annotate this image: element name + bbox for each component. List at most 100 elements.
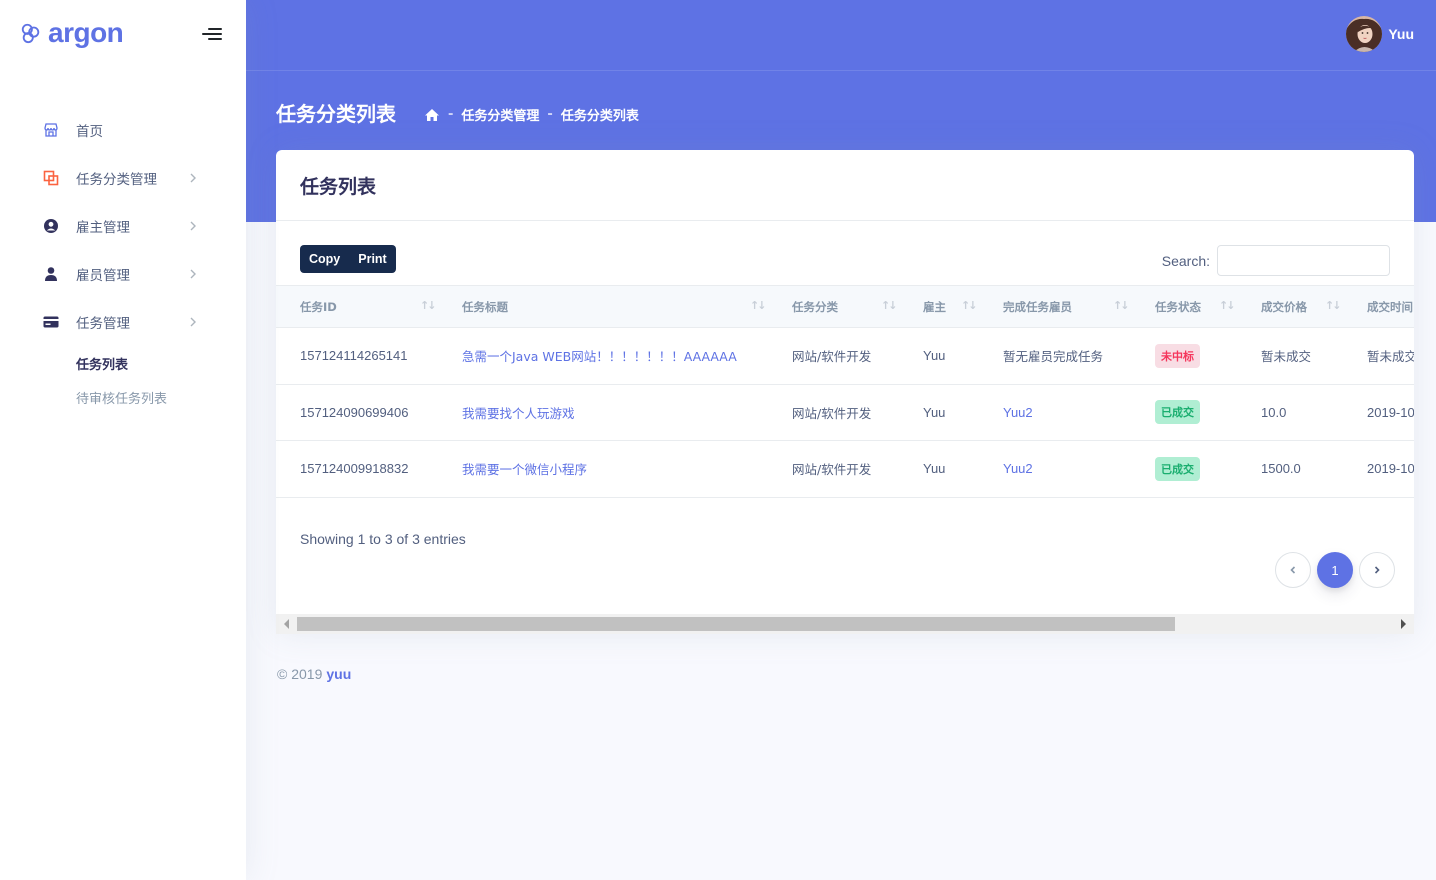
column-header-employee[interactable]: 完成任务雇员 ↑↓ bbox=[979, 285, 1131, 328]
cell-time: 暂未成交 bbox=[1343, 327, 1414, 385]
chevron-left-icon bbox=[1290, 566, 1296, 574]
column-header-label: 成交时间 bbox=[1367, 299, 1413, 314]
sidenav-toggle-button[interactable] bbox=[202, 28, 222, 42]
employee-link[interactable]: Yuu2 bbox=[1003, 461, 1033, 476]
user-menu[interactable]: Yuu bbox=[1346, 16, 1414, 52]
scroll-left-arrow-icon[interactable] bbox=[284, 619, 289, 629]
cell-employer: Yuu bbox=[899, 440, 979, 498]
sidebar-item-task-management[interactable]: 任务管理 bbox=[0, 298, 246, 346]
column-header-label: 任务状态 bbox=[1155, 299, 1201, 314]
table-row: 157124009918832 我需要一个微信小程序 网站/软件开发 Yuu Y… bbox=[276, 440, 1414, 498]
breadcrumb-item-category-management[interactable]: 任务分类管理 bbox=[461, 105, 539, 124]
column-header-title[interactable]: 任务标题 ↑↓ bbox=[438, 285, 768, 328]
layers-icon bbox=[43, 170, 59, 186]
sidebar-subitem-task-list[interactable]: 任务列表 bbox=[0, 346, 246, 380]
home-icon[interactable] bbox=[424, 108, 440, 122]
table-row: 157124090699406 我需要找个人玩游戏 网站/软件开发 Yuu Yu… bbox=[276, 384, 1414, 441]
sidebar-item-label: 雇主管理 bbox=[76, 220, 130, 236]
column-header-label: 雇主 bbox=[923, 299, 946, 314]
column-header-status[interactable]: 任务状态 ↑↓ bbox=[1131, 285, 1237, 328]
sidebar-item-label: 首页 bbox=[76, 124, 103, 140]
header-divider bbox=[246, 70, 1436, 71]
copy-button[interactable]: Copy bbox=[300, 245, 349, 273]
sort-icon: ↑↓ bbox=[420, 299, 437, 312]
status-badge: 未中标 bbox=[1155, 343, 1200, 368]
sidebar-item-label: 雇员管理 bbox=[76, 268, 130, 284]
hamburger-line bbox=[208, 38, 222, 40]
sidebar-nav: 首页 任务分类管理 雇主管理 雇员管理 任务管理 任务列表 待审核任务列表 bbox=[0, 106, 246, 414]
sidebar-item-label: 任务分类管理 bbox=[76, 172, 157, 188]
table-row: 157124114265141 急需一个Java WEB网站！！！！！！！AAA… bbox=[276, 327, 1414, 385]
cell-id: 157124090699406 bbox=[276, 384, 438, 441]
sort-icon: ↑↓ bbox=[1325, 299, 1342, 312]
cell-category: 网站/软件开发 bbox=[768, 440, 899, 498]
cell-id: 157124009918832 bbox=[276, 440, 438, 498]
cell-time: 2019-10 bbox=[1343, 384, 1414, 441]
sidebar-subitem-pending-review[interactable]: 待审核任务列表 bbox=[0, 380, 246, 414]
column-header-label: 完成任务雇员 bbox=[1003, 299, 1072, 314]
breadcrumb-separator: - bbox=[448, 107, 454, 122]
horizontal-scrollbar[interactable] bbox=[276, 614, 1414, 634]
cell-price: 暂未成交 bbox=[1237, 327, 1343, 385]
scroll-right-arrow-icon[interactable] bbox=[1401, 619, 1406, 629]
avatar bbox=[1346, 16, 1383, 52]
cell-title: 急需一个Java WEB网站！！！！！！！AAAAAA bbox=[438, 327, 768, 385]
search-label: Search: bbox=[1161, 252, 1210, 269]
cell-status: 已成交 bbox=[1131, 384, 1237, 441]
column-header-id[interactable]: 任务ID ↑↓ bbox=[276, 285, 438, 328]
column-header-time[interactable]: 成交时间 bbox=[1343, 285, 1414, 328]
user-circle-icon bbox=[43, 218, 59, 234]
sort-icon: ↑↓ bbox=[1219, 299, 1236, 312]
task-title-link[interactable]: 急需一个Java WEB网站！！！！！！！AAAAAA bbox=[462, 349, 737, 364]
footer: © 2019 yuu bbox=[277, 666, 351, 682]
cell-status: 已成交 bbox=[1131, 440, 1237, 498]
pagination-next-button[interactable] bbox=[1359, 552, 1395, 588]
cell-category: 网站/软件开发 bbox=[768, 384, 899, 441]
sidebar-item-category-management[interactable]: 任务分类管理 bbox=[0, 154, 246, 202]
sidebar-item-employee-management[interactable]: 雇员管理 bbox=[0, 250, 246, 298]
pagination-page-button[interactable]: 1 bbox=[1317, 552, 1353, 588]
search-input[interactable] bbox=[1217, 245, 1390, 276]
footer-link[interactable]: yuu bbox=[326, 666, 351, 682]
chevron-right-icon bbox=[190, 269, 196, 279]
table-container: 任务ID ↑↓ 任务标题 ↑↓ 任务分类 ↑↓ 雇主 ↑↓ 完成任务雇员 ↑↓ 任务状态 ↑… bbox=[276, 285, 1414, 498]
cell-time: 2019-10 bbox=[1343, 440, 1414, 498]
cell-employer: Yuu bbox=[899, 384, 979, 441]
sidebar-item-home[interactable]: 首页 bbox=[0, 106, 246, 154]
column-header-price[interactable]: 成交价格 ↑↓ bbox=[1237, 285, 1343, 328]
user-name: Yuu bbox=[1388, 26, 1414, 42]
task-list-card: 任务列表 Copy Print Search: 任务ID ↑↓ 任务标题 ↑↓ 任务… bbox=[276, 150, 1414, 634]
hamburger-line bbox=[208, 28, 222, 30]
breadcrumb-separator: - bbox=[547, 107, 553, 122]
sort-icon: ↑↓ bbox=[1113, 299, 1130, 312]
breadcrumb: - 任务分类管理 - 任务分类列表 bbox=[424, 105, 639, 124]
cell-employee: 暂无雇员完成任务 bbox=[979, 327, 1131, 385]
task-title-link[interactable]: 我需要找个人玩游戏 bbox=[462, 406, 575, 421]
scrollbar-thumb[interactable] bbox=[297, 617, 1175, 631]
cell-employee: Yuu2 bbox=[979, 384, 1131, 441]
column-header-category[interactable]: 任务分类 ↑↓ bbox=[768, 285, 899, 328]
status-badge: 已成交 bbox=[1155, 400, 1200, 425]
sort-icon: ↑↓ bbox=[881, 299, 898, 312]
brand[interactable]: argon bbox=[20, 17, 124, 48]
chevron-right-icon bbox=[190, 173, 196, 183]
cell-employee: Yuu2 bbox=[979, 440, 1131, 498]
sort-icon: ↑↓ bbox=[961, 299, 978, 312]
cell-price: 1500.0 bbox=[1237, 440, 1343, 498]
column-header-employer[interactable]: 雇主 ↑↓ bbox=[899, 285, 979, 328]
page-title: 任务分类列表 bbox=[276, 102, 396, 126]
card-header: 任务列表 bbox=[276, 150, 1414, 221]
print-button[interactable]: Print bbox=[349, 245, 395, 273]
brand-name: argon bbox=[48, 17, 124, 48]
hamburger-line bbox=[202, 33, 222, 35]
employee-link[interactable]: Yuu2 bbox=[1003, 405, 1033, 420]
pagination: 1 bbox=[1269, 552, 1395, 588]
breadcrumb-item-current: 任务分类列表 bbox=[560, 109, 639, 124]
pagination-prev-button[interactable] bbox=[1275, 552, 1311, 588]
sidebar-item-label: 任务管理 bbox=[76, 316, 130, 332]
cell-status: 未中标 bbox=[1131, 327, 1237, 385]
task-title-link[interactable]: 我需要一个微信小程序 bbox=[462, 462, 587, 477]
credit-card-icon bbox=[43, 314, 59, 330]
sidebar-item-employer-management[interactable]: 雇主管理 bbox=[0, 202, 246, 250]
cell-employer: Yuu bbox=[899, 327, 979, 385]
